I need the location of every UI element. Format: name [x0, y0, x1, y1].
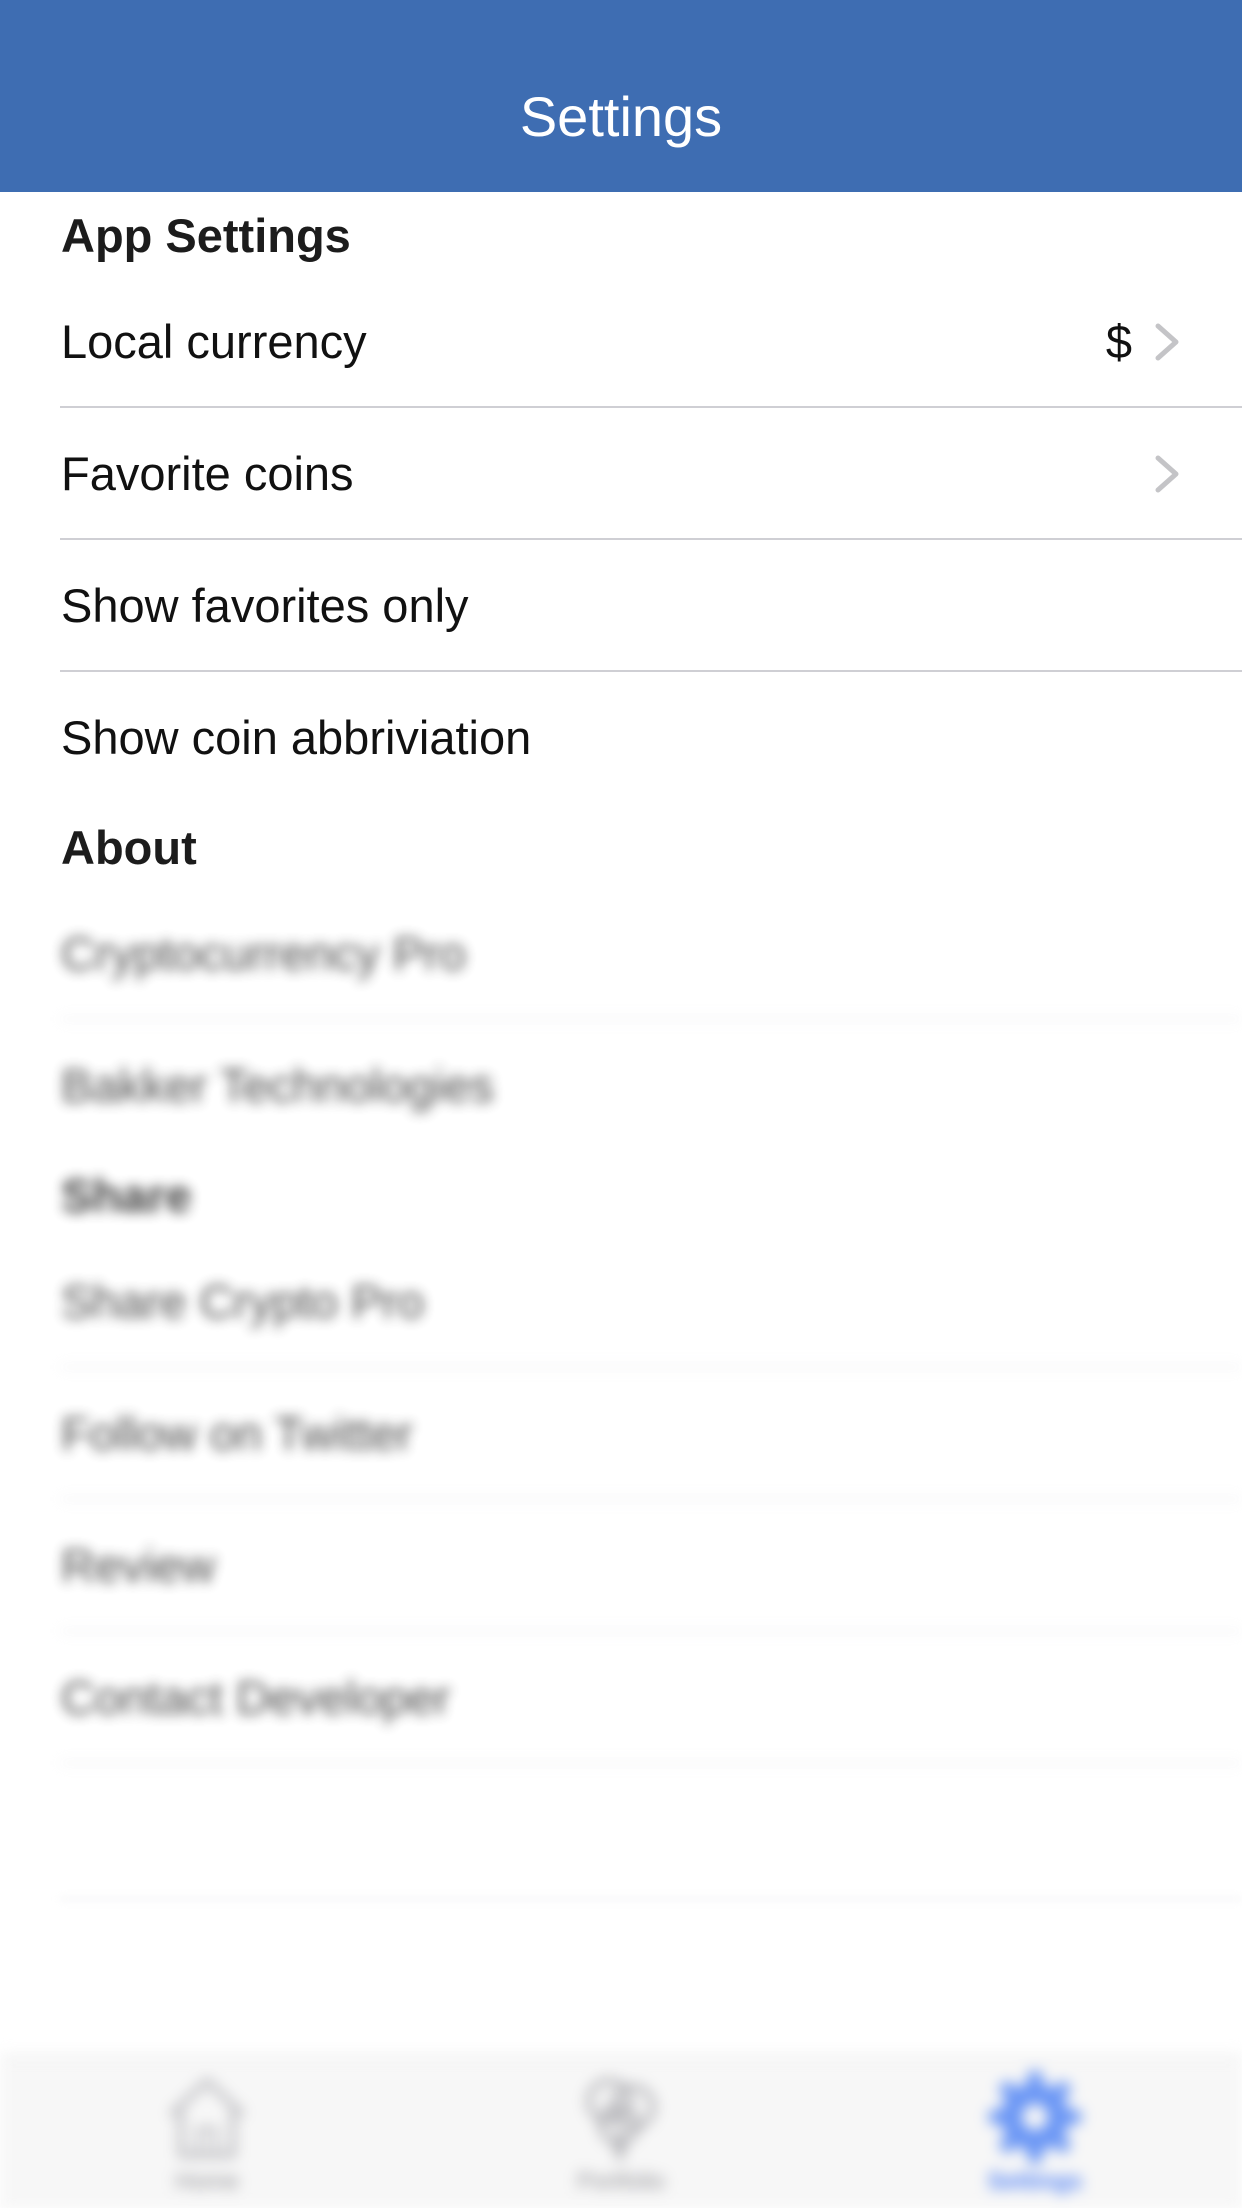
row-show-coin-abbreviation[interactable]: Show coin abbriviation	[0, 672, 1242, 804]
row-review[interactable]: Review	[0, 1500, 1242, 1632]
section-header-share: Share	[61, 1169, 192, 1222]
tab-label: Home	[174, 2168, 240, 2195]
row-favorite-coins[interactable]: Favorite coins	[0, 408, 1242, 540]
row-label: Bakker Technologies	[61, 1059, 494, 1112]
section-header-app-settings: App Settings	[61, 209, 351, 262]
chevron-right-icon	[1155, 323, 1179, 361]
row-show-favorites-only[interactable]: Show favorites only	[0, 540, 1242, 672]
section-header-about: About	[61, 821, 197, 874]
currency-value: $	[1105, 315, 1132, 368]
tab-settings[interactable]: Settings	[935, 2067, 1135, 2207]
row-label: Show coin abbriviation	[61, 711, 532, 764]
chevron-right-icon	[1155, 455, 1179, 493]
navigation-bar: Settings	[0, 0, 1242, 192]
tab-label: Portfolio	[576, 2168, 666, 2195]
tab-portfolio[interactable]: Portfolio	[521, 2067, 721, 2207]
row-contact-developer[interactable]: Contact Developer	[0, 1632, 1242, 1764]
row-follow-twitter[interactable]: Follow on Twitter	[0, 1368, 1242, 1500]
row-share-app[interactable]: Share Crypto Pro	[0, 1236, 1242, 1368]
row-app-name[interactable]: Cryptocurrency Pro	[0, 888, 1242, 1020]
tab-bar: Home Portfolio Settings	[0, 2055, 1242, 2208]
row-label: Share Crypto Pro	[61, 1275, 425, 1328]
row-separator	[60, 1762, 1242, 1764]
row-label: Follow on Twitter	[61, 1407, 413, 1460]
row-label: Show favorites only	[61, 579, 469, 632]
settings-screen: Settings App Settings Local currency $ F…	[0, 0, 1242, 2208]
row-label: Favorite coins	[61, 447, 354, 500]
row-local-currency[interactable]: Local currency $	[0, 276, 1242, 408]
tree-icon	[586, 2078, 656, 2159]
tab-home[interactable]: Home	[107, 2067, 307, 2207]
row-label: Cryptocurrency Pro	[61, 927, 466, 980]
row-label: Local currency	[61, 315, 367, 368]
tab-label: Settings	[987, 2168, 1083, 2195]
gear-icon	[989, 2071, 1081, 2163]
home-icon	[169, 2078, 245, 2158]
row-label: Review	[61, 1539, 216, 1592]
page-title: Settings	[519, 85, 723, 148]
row-label: Contact Developer	[61, 1671, 451, 1724]
row-developer[interactable]: Bakker Technologies	[0, 1020, 1242, 1152]
row-separator	[60, 1898, 1242, 1900]
